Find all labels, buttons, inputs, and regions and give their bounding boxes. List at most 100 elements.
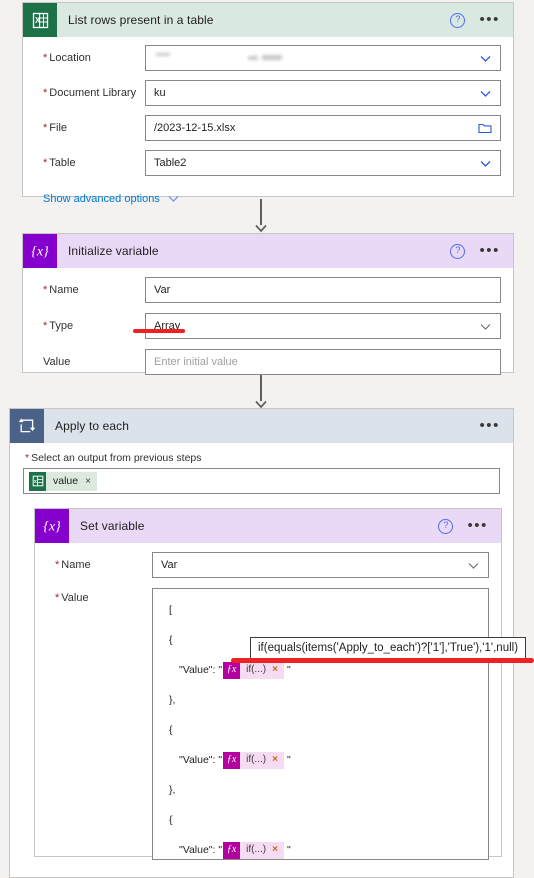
flow-designer-canvas: X List rows present in a table ? ••• * Lo…	[0, 0, 534, 878]
expression-chip-body[interactable]: if(...) ×	[240, 661, 284, 679]
location-dropdown[interactable]	[145, 45, 501, 71]
json-text: {	[169, 813, 173, 826]
card-title-list-rows: List rows present in a table	[68, 13, 214, 27]
action-card-initialize-variable[interactable]: {x} Initialize variable ? ••• * Name Var …	[22, 233, 514, 375]
card-header-actions: •••	[479, 418, 513, 433]
more-options-icon[interactable]: •••	[479, 243, 500, 258]
json-text: },	[169, 693, 176, 706]
svg-text:X: X	[35, 16, 41, 25]
show-advanced-options-row[interactable]: Show advanced options	[35, 192, 501, 205]
expression-label: if(...)	[246, 844, 267, 855]
field-label-type: * Type	[43, 320, 74, 332]
excel-icon: X	[23, 3, 57, 37]
token-value[interactable]: x value ×	[29, 471, 97, 491]
show-advanced-options-link[interactable]: Show advanced options	[43, 193, 160, 205]
required-asterisk: *	[43, 284, 48, 296]
file-value: /2023-12-15.xlsx	[154, 122, 236, 134]
json-line-expression: "Value": " ƒx if(...) × "	[161, 835, 480, 859]
json-text: [	[169, 603, 172, 616]
annotation-underline-expression	[231, 658, 534, 663]
field-label-table: * Table	[43, 157, 76, 169]
action-card-set-variable[interactable]: {x} Set variable ? ••• * Name Var * Valu…	[34, 508, 502, 860]
expression-chip[interactable]: ƒx if(...) ×	[223, 751, 284, 769]
card-header-actions: ? •••	[450, 243, 513, 259]
variable-icon: {x}	[35, 509, 69, 543]
card-header-actions: ? •••	[438, 518, 501, 534]
help-icon[interactable]: ?	[450, 243, 466, 259]
required-asterisk: *	[55, 559, 60, 571]
chevron-down-icon	[479, 320, 492, 333]
folder-icon[interactable]	[478, 122, 492, 134]
document-library-value: ku	[154, 87, 166, 99]
variable-type-dropdown[interactable]: Array	[145, 313, 501, 339]
token-remove-icon[interactable]: ×	[85, 476, 91, 487]
chevron-down-icon	[479, 52, 492, 65]
expression-chip[interactable]: ƒx if(...) ×	[223, 841, 284, 859]
expression-remove-icon[interactable]: ×	[272, 665, 278, 675]
document-library-dropdown[interactable]: ku	[145, 80, 501, 106]
variable-initial-value-input[interactable]: Enter initial value	[145, 349, 501, 375]
field-row-location: * Location	[35, 45, 501, 71]
field-row-type: * Type Array	[35, 313, 501, 339]
svg-text:{x}: {x}	[31, 245, 49, 260]
expression-remove-icon[interactable]: ×	[272, 755, 278, 765]
output-token-input[interactable]: x value ×	[23, 468, 500, 494]
connector-arrow-1	[254, 199, 268, 233]
expression-chip-body[interactable]: if(...) ×	[240, 841, 284, 859]
field-row-name: * Name Var	[35, 277, 501, 303]
file-picker-input[interactable]: /2023-12-15.xlsx	[145, 115, 501, 141]
field-label-name: * Name	[43, 284, 79, 296]
chevron-down-icon	[167, 192, 180, 205]
svg-text:{x}: {x}	[43, 520, 61, 535]
field-label-document-library: * Document Library	[43, 87, 137, 99]
field-label-set-value: * Value	[55, 592, 89, 604]
variable-name-input[interactable]: Var	[145, 277, 501, 303]
card-header-apply-to-each: Apply to each •••	[10, 409, 513, 443]
loop-icon	[10, 409, 44, 443]
help-icon[interactable]: ?	[450, 12, 466, 28]
field-label-location: * Location	[43, 52, 91, 64]
required-asterisk: *	[25, 452, 30, 464]
action-card-list-rows[interactable]: X List rows present in a table ? ••• * Lo…	[22, 2, 514, 205]
expression-label: if(...)	[246, 664, 267, 675]
output-selector-label: * Select an output from previous steps	[25, 452, 202, 464]
field-row-value: Value Enter initial value	[35, 349, 501, 375]
card-body-set-variable: * Name Var * Value [{"Value": " ƒx if(..…	[35, 543, 501, 860]
chevron-down-icon	[479, 87, 492, 100]
expression-chip[interactable]: ƒx if(...) ×	[223, 661, 284, 679]
annotation-underline-array	[133, 329, 185, 333]
card-body-list-rows: * Location * Document Library ku * File …	[23, 37, 513, 205]
field-row-table: * Table Table2	[35, 150, 501, 176]
json-text: {	[169, 723, 173, 736]
fx-icon: ƒx	[223, 751, 241, 769]
card-header-list-rows: X List rows present in a table ? •••	[23, 3, 513, 37]
variable-initial-value-placeholder: Enter initial value	[154, 356, 238, 368]
set-variable-name-dropdown[interactable]: Var	[152, 552, 489, 578]
table-dropdown[interactable]: Table2	[145, 150, 501, 176]
table-value: Table2	[154, 157, 187, 169]
chevron-down-icon	[467, 559, 480, 572]
expression-remove-icon[interactable]: ×	[272, 845, 278, 855]
card-header-actions: ? •••	[450, 12, 513, 28]
more-options-icon[interactable]: •••	[479, 12, 500, 27]
more-options-icon[interactable]: •••	[467, 518, 488, 533]
json-text: },	[169, 783, 176, 796]
field-label-set-name: * Name	[55, 559, 91, 571]
connector-arrow-2	[254, 375, 268, 409]
json-line-text: {	[161, 805, 480, 835]
more-options-icon[interactable]: •••	[479, 418, 500, 433]
card-title-set-variable: Set variable	[80, 519, 145, 533]
field-label-value: Value	[43, 356, 71, 368]
card-header-set-variable: {x} Set variable ? •••	[35, 509, 501, 543]
card-header-initialize-variable: {x} Initialize variable ? •••	[23, 234, 513, 268]
help-icon[interactable]: ?	[438, 518, 454, 534]
excel-token-icon: x	[29, 471, 46, 491]
set-variable-value-editor[interactable]: [{"Value": " ƒx if(...) × "},{"Value": " ƒx if…	[152, 588, 489, 860]
variable-icon: {x}	[23, 234, 57, 268]
field-row-document-library: * Document Library ku	[35, 80, 501, 106]
location-value-redacted	[154, 52, 479, 64]
expression-chip-body[interactable]: if(...) ×	[240, 751, 284, 769]
json-text: {	[169, 633, 173, 646]
fx-icon: ƒx	[223, 841, 241, 859]
svg-text:x: x	[34, 479, 37, 485]
